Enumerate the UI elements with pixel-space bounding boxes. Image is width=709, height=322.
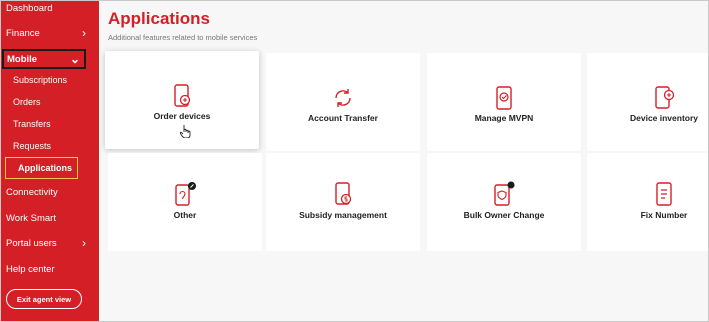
card-label: Bulk Owner Change bbox=[463, 210, 545, 220]
fix-number-icon bbox=[656, 182, 672, 206]
page-title: Applications bbox=[108, 9, 211, 28]
page-subtitle: Additional features related to mobile se… bbox=[108, 33, 258, 42]
sidebar-item-label: Work Smart bbox=[6, 212, 56, 224]
sidebar-item-label: Finance bbox=[6, 27, 40, 39]
chevron-right-icon: › bbox=[82, 26, 86, 40]
sidebar-item-finance[interactable]: Finance › bbox=[1, 22, 99, 44]
card-label: Fix Number bbox=[640, 210, 688, 220]
card-label: Manage MVPN bbox=[474, 113, 534, 123]
sidebar: Dashboard Finance › Mobile ⌄ Subscriptions… bbox=[1, 1, 99, 321]
main-content: Applications Additional features related… bbox=[100, 1, 708, 321]
sidebar-item-label: Connectivity bbox=[6, 186, 58, 198]
chevron-down-icon: ⌄ bbox=[69, 52, 80, 66]
card-manage-mvpn[interactable]: Manage MVPN bbox=[427, 53, 581, 151]
chevron-right-icon: › bbox=[82, 236, 86, 250]
card-label: Account Transfer bbox=[308, 113, 378, 123]
order-devices-icon bbox=[174, 84, 191, 107]
sidebar-item-label: Transfers bbox=[13, 119, 51, 129]
sidebar-item-label: Requests bbox=[13, 141, 52, 151]
sidebar-item-transfers[interactable]: Transfers bbox=[1, 113, 99, 135]
card-account-transfer[interactable]: Account Transfer bbox=[266, 53, 420, 151]
sidebar-item-applications[interactable]: Applications bbox=[5, 157, 78, 179]
bulk-owner-change-icon bbox=[494, 181, 515, 206]
card-subsidy-management[interactable]: Subsidy management bbox=[266, 153, 420, 251]
sidebar-item-requests[interactable]: Requests bbox=[1, 135, 99, 157]
sidebar-item-label: Orders bbox=[13, 97, 41, 107]
sidebar-item-orders[interactable]: Orders bbox=[1, 91, 99, 113]
account-transfer-icon bbox=[335, 89, 351, 107]
sidebar-item-label: Help center bbox=[6, 263, 55, 275]
hand-pointer-icon bbox=[180, 125, 191, 138]
sidebar-item-label: Applications bbox=[18, 163, 73, 173]
card-bulk-owner-change[interactable]: Bulk Owner Change bbox=[427, 153, 581, 251]
card-label: Subsidy management bbox=[299, 210, 387, 220]
card-device-inventory[interactable]: Device inventory bbox=[587, 53, 708, 151]
sidebar-item-label: Portal users bbox=[6, 237, 57, 249]
subsidy-management-icon bbox=[335, 182, 352, 205]
manage-mvpn-icon bbox=[496, 86, 512, 110]
card-other[interactable]: Other bbox=[108, 153, 262, 251]
card-label: Device inventory bbox=[629, 113, 699, 123]
sidebar-item-label: Mobile bbox=[7, 53, 38, 65]
sidebar-item-portal-users[interactable]: Portal users › bbox=[1, 232, 99, 254]
card-label: Other bbox=[173, 210, 197, 220]
card-label: Order devices bbox=[153, 111, 211, 121]
sidebar-item-label: Subscriptions bbox=[13, 75, 68, 85]
sidebar-item-subscriptions[interactable]: Subscriptions bbox=[1, 69, 99, 91]
sidebar-item-dashboard[interactable]: Dashboard bbox=[1, 1, 99, 19]
card-fix-number[interactable]: Fix Number bbox=[587, 153, 708, 251]
sidebar-item-connectivity[interactable]: Connectivity bbox=[1, 181, 99, 203]
exit-agent-view-button[interactable]: Exit agent view bbox=[6, 289, 82, 309]
sidebar-item-mobile[interactable]: Mobile ⌄ bbox=[2, 49, 86, 69]
sidebar-item-help-center[interactable]: Help center bbox=[1, 258, 99, 280]
app-window: Dashboard Finance › Mobile ⌄ Subscriptions… bbox=[0, 0, 709, 322]
card-order-devices[interactable]: Order devices bbox=[105, 51, 259, 149]
other-icon bbox=[175, 182, 196, 206]
sidebar-item-label: Dashboard bbox=[6, 2, 53, 14]
sidebar-item-work-smart[interactable]: Work Smart bbox=[1, 207, 99, 229]
device-inventory-icon bbox=[655, 86, 675, 109]
